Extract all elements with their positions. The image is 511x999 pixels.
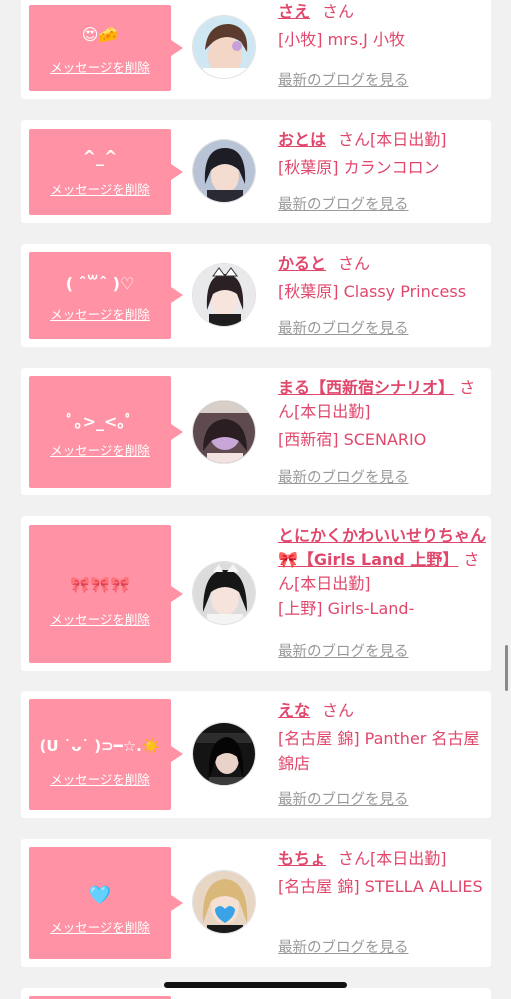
bubble-tail [171, 746, 183, 762]
avatar[interactable] [192, 722, 256, 786]
avatar[interactable] [192, 15, 256, 79]
latest-blog-link[interactable]: 最新のブログを見る [278, 193, 409, 214]
message-card: 😍🧀 メッセージを削除 さえ さん [小牧] mrs.J 小牧 最新のブログを見る [21, 0, 491, 99]
shop-name: [西新宿] SCENARIO [278, 430, 427, 449]
shop-name: [秋葉原] Classy Princess [278, 282, 467, 301]
cast-name-link[interactable]: まる【西新宿シナリオ】 [278, 378, 454, 397]
message-text: 😍🧀 [81, 25, 119, 44]
delete-message-link[interactable]: メッセージを削除 [29, 769, 171, 788]
bubble-tail [171, 164, 183, 180]
cast-info: とにかくかわいいせりちゃん🎀【Girls Land 上野】 さん[本日出勤] [… [278, 524, 486, 621]
working-badge: [本日出勤] [370, 849, 447, 868]
scrollbar[interactable] [505, 645, 508, 691]
delete-message-link[interactable]: メッセージを削除 [29, 304, 171, 323]
honorific: さん [338, 130, 371, 149]
bubble-tail [171, 40, 183, 56]
latest-blog-link[interactable]: 最新のブログを見る [278, 69, 409, 90]
cast-info: えな さん [名古屋 錦] Panther 名古屋錦店 [278, 699, 488, 776]
message-card: ^_^ メッセージを削除 おとは さん[本日出勤] [秋葉原] カランコロン 最新… [21, 120, 491, 223]
avatar[interactable] [192, 139, 256, 203]
message-bubble: 😍🧀 メッセージを削除 [29, 5, 171, 91]
cast-name-link[interactable]: さえ [278, 2, 310, 21]
cast-info: おとは さん[本日出勤] [秋葉原] カランコロン [278, 128, 488, 180]
heart-icon: 🩵 [88, 885, 112, 906]
bubble-tail [171, 895, 183, 911]
message-card: 🩵 メッセージを削除 もちょ さん[本日出勤] [名古屋 錦] STELLA AL… [21, 839, 491, 967]
delete-message-link[interactable]: メッセージを削除 [29, 57, 171, 76]
latest-blog-link[interactable]: 最新のブログを見る [278, 640, 409, 661]
message-text: (U ˙ᴗ˙ )⊃━☆.☀️ [39, 737, 161, 755]
shop-name: [上野] Girls-Land- [278, 599, 415, 618]
avatar[interactable] [192, 400, 256, 464]
shop-name: [秋葉原] カランコロン [278, 158, 440, 177]
message-bubble: 🎀🎀🎀 メッセージを削除 [29, 525, 171, 663]
delete-message-link[interactable]: メッセージを削除 [29, 609, 171, 628]
cast-info: かると さん [秋葉原] Classy Princess [278, 252, 488, 304]
message-text: ^_^ [82, 147, 118, 166]
working-badge: [本日出勤] [294, 574, 371, 593]
message-bubble: ( ˆ꒳ˆ )♡ メッセージを削除 [29, 252, 171, 339]
message-text: 🎀🎀🎀 [70, 575, 130, 594]
message-bubble: 🩵 メッセージを削除 [29, 847, 171, 959]
message-card: 🎀🎀🎀 メッセージを削除 とにかくかわいいせりちゃん🎀【Girls Land 上… [21, 516, 491, 671]
delete-message-link[interactable]: メッセージを削除 [29, 440, 171, 459]
home-indicator[interactable] [164, 982, 347, 988]
message-card: (U ˙ᴗ˙ )⊃━☆.☀️ メッセージを削除 えな さん [名古屋 錦] Pan… [21, 691, 491, 818]
avatar[interactable] [192, 561, 256, 625]
message-card: ( ˆ꒳ˆ )♡ メッセージを削除 かると さん [秋葉原] Classy Pri… [21, 244, 491, 347]
honorific: さん [322, 2, 355, 21]
bubble-tail [171, 586, 183, 602]
latest-blog-link[interactable]: 最新のブログを見る [278, 466, 409, 487]
cast-name-link[interactable]: もちょ [278, 849, 326, 868]
bubble-tail [171, 424, 183, 440]
latest-blog-link[interactable]: 最新のブログを見る [278, 936, 409, 957]
message-bubble: (U ˙ᴗ˙ )⊃━☆.☀️ メッセージを削除 [29, 699, 171, 810]
cast-name-link[interactable]: とにかくかわいいせりちゃん🎀【Girls Land 上野】 [278, 526, 486, 569]
honorific: さん [322, 701, 355, 720]
delete-message-link[interactable]: メッセージを削除 [29, 179, 171, 198]
bubble-tail [171, 287, 183, 303]
cast-info: さえ さん [小牧] mrs.J 小牧 [278, 0, 488, 52]
avatar[interactable] [192, 263, 256, 327]
cast-name-link[interactable]: おとは [278, 130, 326, 149]
cast-info: まる【西新宿シナリオ】 さん[本日出勤] [西新宿] SCENARIO [278, 376, 488, 452]
honorific: さん [338, 254, 371, 273]
honorific: さん [338, 849, 371, 868]
latest-blog-link[interactable]: 最新のブログを見る [278, 788, 409, 809]
shop-name: [名古屋 錦] Panther 名古屋錦店 [278, 729, 480, 773]
working-badge: [本日出勤] [370, 130, 447, 149]
shop-name: [小牧] mrs.J 小牧 [278, 30, 405, 49]
cast-info: もちょ さん[本日出勤] [名古屋 錦] STELLA ALLIES [278, 847, 488, 899]
cast-name-link[interactable]: えな [278, 701, 310, 720]
avatar[interactable] [192, 870, 256, 934]
message-bubble: ^_^ メッセージを削除 [29, 129, 171, 215]
message-text: ( ˆ꒳ˆ )♡ [65, 274, 135, 293]
cast-name-link[interactable]: かると [278, 254, 326, 273]
message-text: ﾟ｡>_<｡ﾟ [66, 412, 134, 431]
shop-name: [名古屋 錦] STELLA ALLIES [278, 877, 483, 896]
working-badge: [本日出勤] [294, 402, 371, 421]
message-card: ﾟ｡>_<｡ﾟ メッセージを削除 まる【西新宿シナリオ】 さん[本日出勤] [西… [21, 368, 491, 495]
message-card [21, 988, 491, 999]
message-bubble: ﾟ｡>_<｡ﾟ メッセージを削除 [29, 376, 171, 488]
delete-message-link[interactable]: メッセージを削除 [29, 917, 171, 936]
latest-blog-link[interactable]: 最新のブログを見る [278, 317, 409, 338]
